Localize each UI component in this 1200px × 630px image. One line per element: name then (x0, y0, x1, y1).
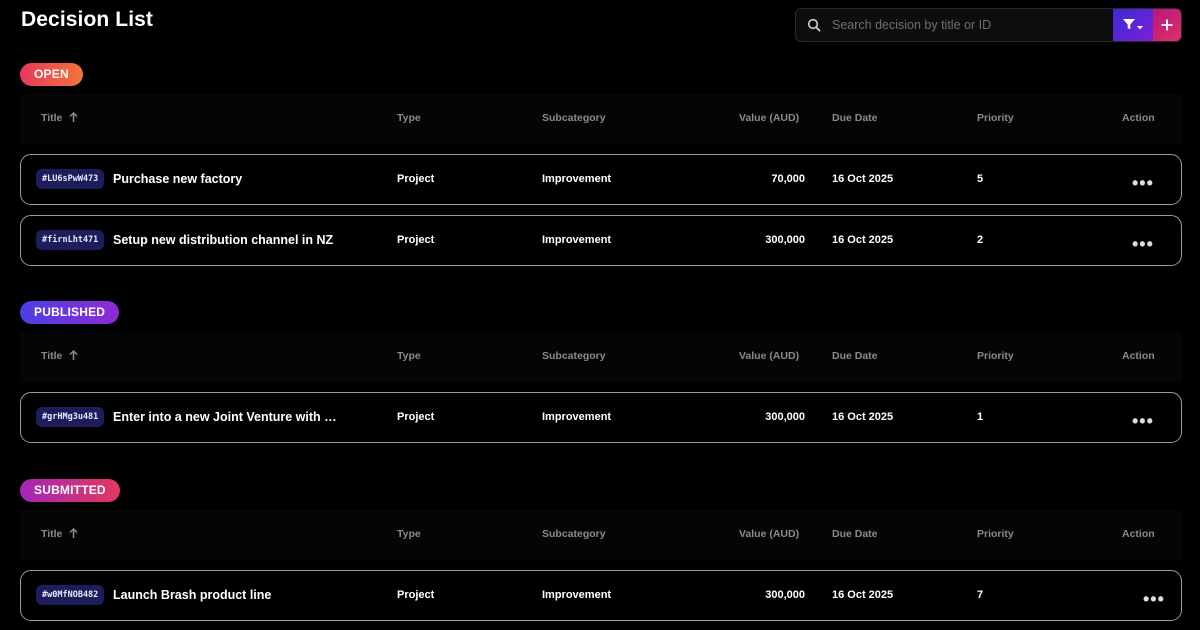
chevron-down-icon (1137, 18, 1143, 33)
decision-value: 300,000 (765, 411, 805, 423)
table-header: Title Type Subcategory Value (AUD) Due D… (20, 94, 1182, 144)
decision-title[interactable]: Launch Brash product line (113, 588, 271, 602)
decision-due-date: 16 Oct 2025 (832, 234, 894, 246)
table-row[interactable]: #w0MfNOB482 Launch Brash product line Pr… (20, 570, 1182, 621)
decision-priority: 5 (977, 173, 984, 185)
decision-id-pill: #w0MfNOB482 (36, 585, 105, 605)
column-title-label: Title (41, 350, 63, 362)
decision-due-date: 16 Oct 2025 (832, 589, 894, 601)
decision-subcategory: Improvement (542, 589, 612, 601)
status-badge-open: OPEN (20, 63, 83, 86)
more-horizontal-icon[interactable]: ••• (1143, 589, 1165, 610)
arrow-up-icon (69, 349, 78, 360)
status-badge-published: PUBLISHED (20, 301, 120, 324)
more-horizontal-icon[interactable]: ••• (1132, 173, 1154, 194)
filter-icon (1123, 18, 1135, 33)
decision-id-pill: #LU6sPwW473 (36, 169, 105, 189)
column-value-header: Value (AUD) (739, 350, 800, 362)
decision-subcategory: Improvement (542, 411, 612, 423)
decision-type: Project (397, 589, 435, 601)
more-horizontal-icon[interactable]: ••• (1132, 234, 1154, 255)
table-row[interactable]: #LU6sPwW473 Purchase new factory Project… (20, 154, 1182, 205)
section-open: OPEN Title Type Subcategory Value (AUD) … (20, 63, 1182, 266)
column-action-header: Action (1122, 350, 1155, 362)
column-title-header[interactable]: Title (41, 527, 78, 540)
column-title-header[interactable]: Title (41, 349, 78, 362)
column-priority-header: Priority (977, 528, 1014, 540)
column-due-date-header: Due Date (832, 350, 878, 362)
column-type-header: Type (397, 112, 421, 124)
decision-value: 70,000 (771, 173, 805, 185)
column-title-label: Title (41, 528, 63, 540)
status-badge-submitted: SUBMITTED (20, 479, 120, 502)
column-value-header: Value (AUD) (739, 528, 800, 540)
decision-due-date: 16 Oct 2025 (832, 173, 894, 185)
decision-type: Project (397, 173, 435, 185)
column-priority-header: Priority (977, 112, 1014, 124)
decision-value: 300,000 (765, 234, 805, 246)
arrow-up-icon (69, 111, 78, 122)
column-action-header: Action (1122, 528, 1155, 540)
plus-icon (1161, 14, 1173, 37)
column-action-header: Action (1122, 112, 1155, 124)
column-value-header: Value (AUD) (739, 112, 800, 124)
column-subcategory-header: Subcategory (542, 350, 606, 362)
decision-id-pill: #grHMg3u481 (36, 407, 105, 427)
column-subcategory-header: Subcategory (542, 112, 606, 124)
more-horizontal-icon[interactable]: ••• (1132, 411, 1154, 432)
decision-priority: 1 (977, 411, 984, 423)
column-title-header[interactable]: Title (41, 111, 78, 124)
decision-due-date: 16 Oct 2025 (832, 411, 894, 423)
search-bar (795, 8, 1182, 42)
page-title: Decision List (21, 8, 153, 31)
search-icon (796, 18, 832, 32)
add-decision-button[interactable] (1153, 9, 1181, 41)
decision-id-pill: #firnLht471 (36, 230, 105, 250)
table-row[interactable]: #grHMg3u481 Enter into a new Joint Ventu… (20, 392, 1182, 443)
table-row[interactable]: #firnLht471 Setup new distribution chann… (20, 215, 1182, 266)
column-title-label: Title (41, 112, 63, 124)
decision-type: Project (397, 234, 435, 246)
decision-value: 300,000 (765, 589, 805, 601)
decision-title[interactable]: Setup new distribution channel in NZ (113, 233, 333, 247)
column-subcategory-header: Subcategory (542, 528, 606, 540)
arrow-up-icon (69, 527, 78, 538)
decision-title[interactable]: Purchase new factory (113, 172, 242, 186)
column-due-date-header: Due Date (832, 112, 878, 124)
filter-button[interactable] (1113, 9, 1153, 41)
section-published: PUBLISHED Title Type Subcategory Value (… (20, 301, 1182, 443)
column-due-date-header: Due Date (832, 528, 878, 540)
decision-subcategory: Improvement (542, 173, 612, 185)
table-header: Title Type Subcategory Value (AUD) Due D… (20, 510, 1182, 560)
section-submitted: SUBMITTED Title Type Subcategory Value (… (20, 479, 1182, 621)
column-type-header: Type (397, 350, 421, 362)
decision-subcategory: Improvement (542, 234, 612, 246)
column-type-header: Type (397, 528, 421, 540)
decision-title[interactable]: Enter into a new Joint Venture with L... (113, 410, 338, 424)
table-header: Title Type Subcategory Value (AUD) Due D… (20, 332, 1182, 382)
decision-type: Project (397, 411, 435, 423)
column-priority-header: Priority (977, 350, 1014, 362)
decision-priority: 7 (977, 589, 984, 601)
search-input[interactable] (832, 9, 1113, 41)
decision-priority: 2 (977, 234, 984, 246)
